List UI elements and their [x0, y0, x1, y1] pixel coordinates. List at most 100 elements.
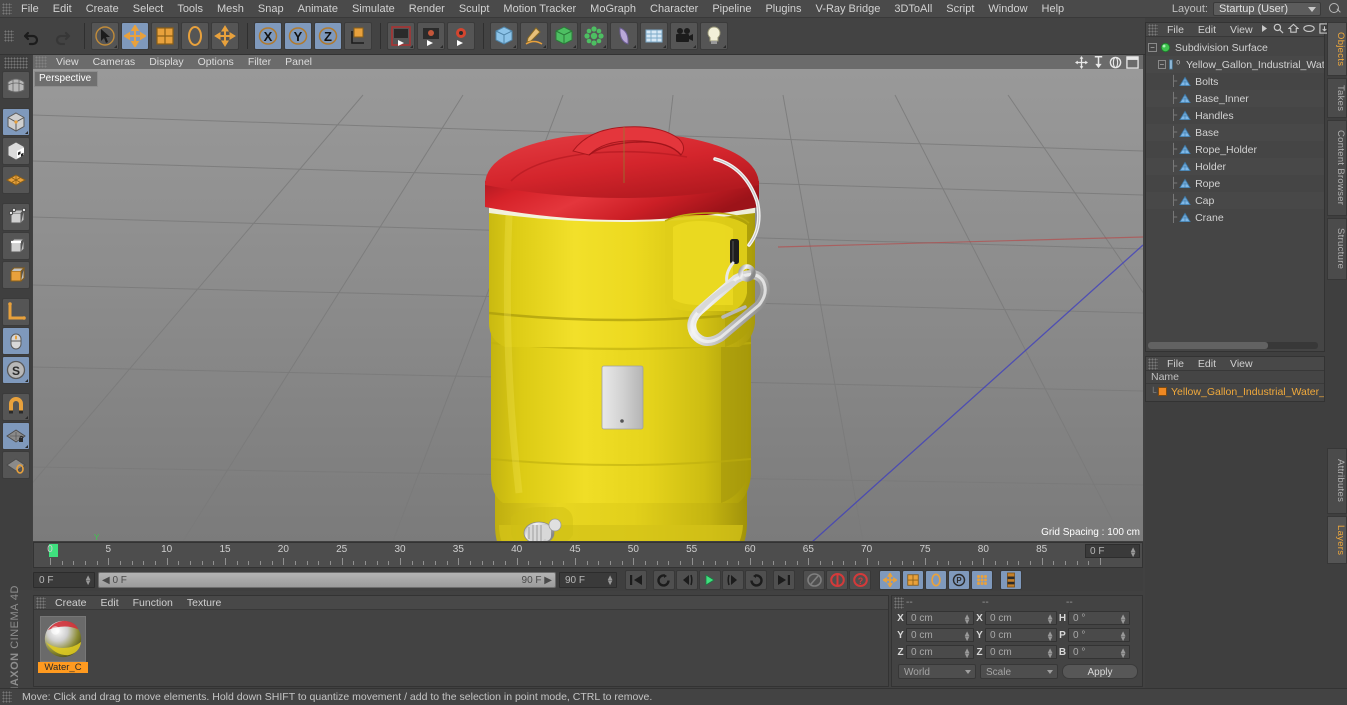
- menu-item-window[interactable]: Window: [981, 0, 1034, 18]
- render-region-button[interactable]: [417, 22, 445, 50]
- expand-collapse-toggle[interactable]: −: [1148, 43, 1157, 52]
- material-preview-swatch[interactable]: [40, 616, 86, 662]
- viewport-menu-cameras[interactable]: Cameras: [86, 55, 143, 69]
- current-frame-input[interactable]: 0 F ▲ ▼: [33, 572, 95, 588]
- layer-menu-file[interactable]: File: [1160, 357, 1191, 371]
- menu-item-motion-tracker[interactable]: Motion Tracker: [496, 0, 583, 18]
- tab-objects[interactable]: Objects: [1327, 22, 1347, 76]
- keyframe-selection-button[interactable]: ?: [849, 570, 871, 590]
- object-tree-row[interactable]: ├ Rope_Holder: [1146, 141, 1324, 158]
- eye-icon[interactable]: [1302, 24, 1315, 36]
- x-axis-lock-button[interactable]: X: [254, 22, 282, 50]
- add-generator-button[interactable]: [550, 22, 578, 50]
- spinner-icon[interactable]: ▲ ▼: [606, 574, 614, 587]
- model-mode-button[interactable]: [2, 108, 30, 136]
- position-input[interactable]: 0 cm ▲ ▼: [906, 645, 974, 660]
- viewport-menu-display[interactable]: Display: [142, 55, 190, 69]
- coordinate-system-button[interactable]: [344, 22, 372, 50]
- timeline-ruler[interactable]: 051015202530354045505560657075808590 0 F…: [33, 542, 1143, 568]
- previous-frame-button[interactable]: [676, 570, 698, 590]
- menu-item-pipeline[interactable]: Pipeline: [705, 0, 758, 18]
- undo-button[interactable]: [18, 22, 46, 50]
- home-icon[interactable]: [1287, 23, 1300, 37]
- viewport-menu-options[interactable]: Options: [191, 55, 241, 69]
- rotation-input[interactable]: 0 ° ▲ ▼: [1068, 611, 1130, 626]
- magnet-tool-button[interactable]: [2, 393, 30, 421]
- max-frame-input[interactable]: 90 F ▲ ▼: [559, 572, 617, 588]
- menu-item-mesh[interactable]: Mesh: [210, 0, 251, 18]
- object-menu-edit[interactable]: Edit: [1191, 23, 1223, 37]
- object-tree-row[interactable]: ├ Bolts: [1146, 73, 1324, 90]
- spinner-icon[interactable]: ▲ ▼: [1046, 630, 1054, 643]
- object-tree-row[interactable]: ├ Base_Inner: [1146, 90, 1324, 107]
- menu-item-select[interactable]: Select: [126, 0, 171, 18]
- pla-key-toggle[interactable]: [971, 570, 993, 590]
- autokey-toggle-button[interactable]: [803, 570, 825, 590]
- tab-layers[interactable]: Layers: [1327, 516, 1347, 564]
- maximize-icon[interactable]: [1126, 56, 1139, 72]
- current-frame-display[interactable]: 0 F ▲ ▼: [1085, 544, 1140, 559]
- menu-item-animate[interactable]: Animate: [291, 0, 345, 18]
- object-menu-view[interactable]: View: [1223, 23, 1260, 37]
- layer-manager-grip-handle[interactable]: [1148, 357, 1158, 370]
- spinner-icon[interactable]: ▲ ▼: [1046, 613, 1054, 626]
- search-icon[interactable]: [1273, 23, 1284, 37]
- play-forward-loop-button[interactable]: [745, 570, 767, 590]
- scale-tool-button[interactable]: [151, 22, 179, 50]
- select-tool-button[interactable]: [91, 22, 119, 50]
- layer-menu-edit[interactable]: Edit: [1191, 357, 1223, 371]
- add-cube-button[interactable]: [490, 22, 518, 50]
- menu-item-sculpt[interactable]: Sculpt: [452, 0, 497, 18]
- material-menu-texture[interactable]: Texture: [180, 596, 228, 610]
- edge-mode-button[interactable]: [2, 232, 30, 260]
- menu-item-plugins[interactable]: Plugins: [758, 0, 808, 18]
- menu-item-character[interactable]: Character: [643, 0, 705, 18]
- snap-toggle-button[interactable]: S: [2, 356, 30, 384]
- transform-mode-dropdown[interactable]: Scale: [980, 664, 1058, 679]
- toolbar-grip-handle[interactable]: [4, 30, 14, 42]
- lock-workplane-button[interactable]: [2, 422, 30, 450]
- texture-mode-button[interactable]: [2, 137, 30, 165]
- left-toolbar-grip[interactable]: [4, 57, 28, 69]
- preview-range-bar[interactable]: ◀ 0 F 90 F ▶: [98, 572, 556, 588]
- object-tree-row[interactable]: ├ Cap: [1146, 192, 1324, 209]
- water-cooler-model[interactable]: [33, 55, 1143, 541]
- tab-attributes[interactable]: Attributes: [1327, 448, 1347, 514]
- make-editable-button[interactable]: [2, 71, 30, 99]
- material-grip-handle[interactable]: [36, 596, 46, 609]
- object-menu-file[interactable]: File: [1160, 23, 1191, 37]
- move-tool-button[interactable]: [121, 22, 149, 50]
- menu-item-v-ray-bridge[interactable]: V-Ray Bridge: [809, 0, 888, 18]
- position-input[interactable]: 0 cm ▲ ▼: [906, 611, 974, 626]
- spinner-icon[interactable]: ▲ ▼: [963, 647, 971, 660]
- object-tree-row[interactable]: ├ Crane: [1146, 209, 1324, 226]
- go-to-end-button[interactable]: [773, 570, 795, 590]
- viewport-grip-handle[interactable]: [35, 56, 47, 68]
- spinner-icon[interactable]: ▲ ▼: [1119, 647, 1127, 660]
- search-icon[interactable]: [1327, 1, 1343, 17]
- add-camera-button[interactable]: [670, 22, 698, 50]
- render-view-button[interactable]: [387, 22, 415, 50]
- tab-structure[interactable]: Structure: [1327, 218, 1347, 280]
- object-tree-row[interactable]: ├ Rope: [1146, 175, 1324, 192]
- layer-menu-view[interactable]: View: [1223, 357, 1260, 371]
- rotation-input[interactable]: 0 ° ▲ ▼: [1068, 628, 1130, 643]
- spinner-icon[interactable]: ▲ ▼: [1119, 630, 1127, 643]
- layer-row[interactable]: └ Yellow_Gallon_Industrial_Water_C: [1146, 384, 1324, 399]
- spinner-icon[interactable]: ▲ ▼: [1129, 546, 1137, 559]
- go-to-start-button[interactable]: [625, 570, 647, 590]
- viewport-mouse-button[interactable]: [2, 327, 30, 355]
- object-tree-row[interactable]: ├ Handles: [1146, 107, 1324, 124]
- object-manager-grip-handle[interactable]: [1148, 23, 1158, 36]
- spinner-icon[interactable]: ▲ ▼: [963, 613, 971, 626]
- expand-collapse-toggle[interactable]: −: [1157, 60, 1166, 69]
- menu-item-render[interactable]: Render: [402, 0, 452, 18]
- z-axis-lock-button[interactable]: Z: [314, 22, 342, 50]
- menu-item-3dtoall[interactable]: 3DToAll: [887, 0, 939, 18]
- play-button[interactable]: [699, 570, 721, 590]
- object-tree-row[interactable]: − Subdivision Surface: [1146, 39, 1324, 56]
- menu-item-mograph[interactable]: MoGraph: [583, 0, 643, 18]
- redo-button[interactable]: [48, 22, 76, 50]
- viewport-menu-view[interactable]: View: [49, 55, 86, 69]
- size-input[interactable]: 0 cm ▲ ▼: [985, 628, 1057, 643]
